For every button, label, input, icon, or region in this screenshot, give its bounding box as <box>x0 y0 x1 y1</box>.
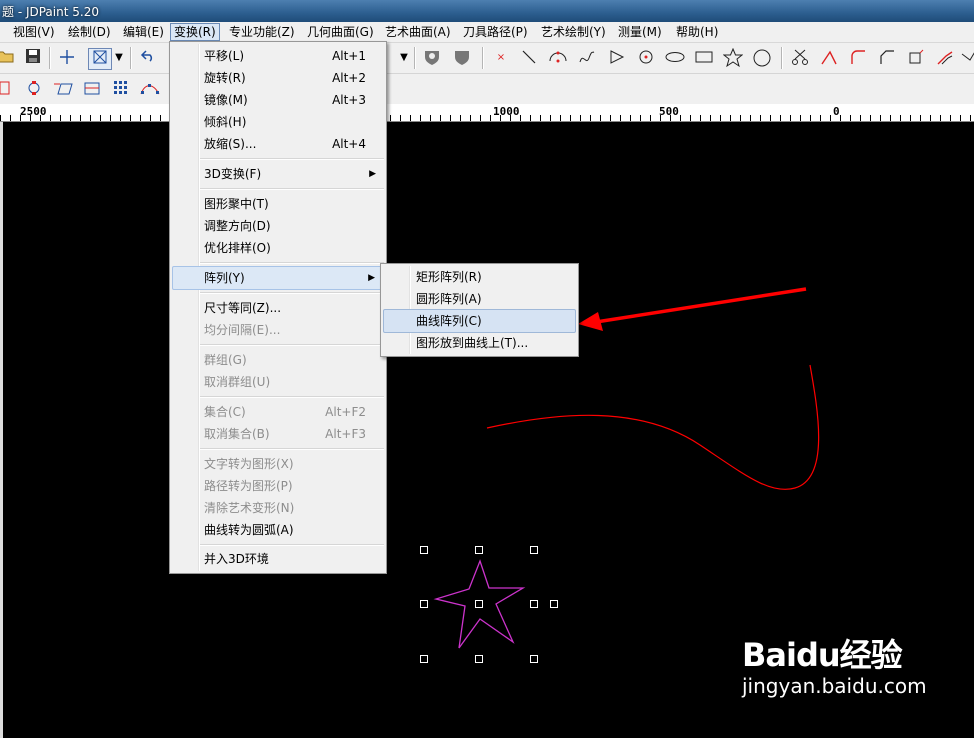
annotation-arrow <box>595 287 807 324</box>
menu-item-merge-3d[interactable]: 并入3D环境 <box>172 548 384 570</box>
menu-item-uncombine[interactable]: 取消集合(B) Alt+F3 <box>172 423 384 445</box>
menu-item-curve-array[interactable]: 曲线阵列(C) <box>383 309 576 333</box>
menu-item-3d-transform[interactable]: 3D变换(F) ▶ <box>172 163 384 185</box>
menu-item-optimize-nesting[interactable]: 优化排样(O) <box>172 237 384 259</box>
menu-item-rotate[interactable]: 旋转(R) Alt+2 <box>172 67 384 89</box>
selection-handle[interactable] <box>530 546 538 554</box>
red-curve <box>486 364 820 490</box>
selection-handle[interactable] <box>420 600 428 608</box>
menu-item-even-spacing[interactable]: 均分间隔(E)... <box>172 319 384 341</box>
menu-item-adjust-direction[interactable]: 调整方向(D) <box>172 215 384 237</box>
selection-handle[interactable] <box>420 655 428 663</box>
menu-item-scale[interactable]: 放缩(S)... Alt+4 <box>172 133 384 155</box>
selection-handle[interactable] <box>475 546 483 554</box>
menu-item-translate[interactable]: 平移(L) Alt+1 <box>172 45 384 67</box>
rotation-handle[interactable] <box>550 600 558 608</box>
annotation-arrowhead <box>578 312 603 331</box>
menu-item-text-to-shape[interactable]: 文字转为图形(X) <box>172 453 384 475</box>
canvas-drawing <box>433 287 820 649</box>
transform-menu: 平移(L) Alt+1 旋转(R) Alt+2 镜像(M) Alt+3 倾斜(H) 放… <box>169 41 387 574</box>
menu-item-path-to-shape[interactable]: 路径转为图形(P) <box>172 475 384 497</box>
menu-item-array[interactable]: 阵列(Y) ▶ <box>172 266 384 290</box>
selection-handle[interactable] <box>530 655 538 663</box>
watermark: Baidu经验 jingyan.baidu.com <box>742 630 927 698</box>
menu-item-ungroup[interactable]: 取消群组(U) <box>172 371 384 393</box>
watermark-url: jingyan.baidu.com <box>742 674 927 698</box>
selection-handle[interactable] <box>475 655 483 663</box>
menu-item-same-size[interactable]: 尺寸等同(Z)... <box>172 297 384 319</box>
menu-item-group[interactable]: 群组(G) <box>172 349 384 371</box>
selection-handle[interactable] <box>420 546 428 554</box>
menu-item-clear-art-deform[interactable]: 清除艺术变形(N) <box>172 497 384 519</box>
menu-item-mirror[interactable]: 镜像(M) Alt+3 <box>172 89 384 111</box>
menu-item-center-shape[interactable]: 图形聚中(T) <box>172 193 384 215</box>
menu-item-combine[interactable]: 集合(C) Alt+F2 <box>172 401 384 423</box>
menu-item-circular-array[interactable]: 圆形阵列(A) <box>383 288 576 310</box>
menu-item-shape-on-curve[interactable]: 图形放到曲线上(T)... <box>383 332 576 354</box>
selection-handle[interactable] <box>530 600 538 608</box>
array-submenu: 矩形阵列(R) 圆形阵列(A) 曲线阵列(C) 图形放到曲线上(T)... <box>380 263 579 357</box>
menu-item-curve-to-arc[interactable]: 曲线转为圆弧(A) <box>172 519 384 541</box>
menu-item-rect-array[interactable]: 矩形阵列(R) <box>383 266 576 288</box>
selection-center-handle[interactable] <box>475 600 483 608</box>
watermark-logo: Baidu经验 <box>742 636 903 674</box>
menu-item-skew[interactable]: 倾斜(H) <box>172 111 384 133</box>
